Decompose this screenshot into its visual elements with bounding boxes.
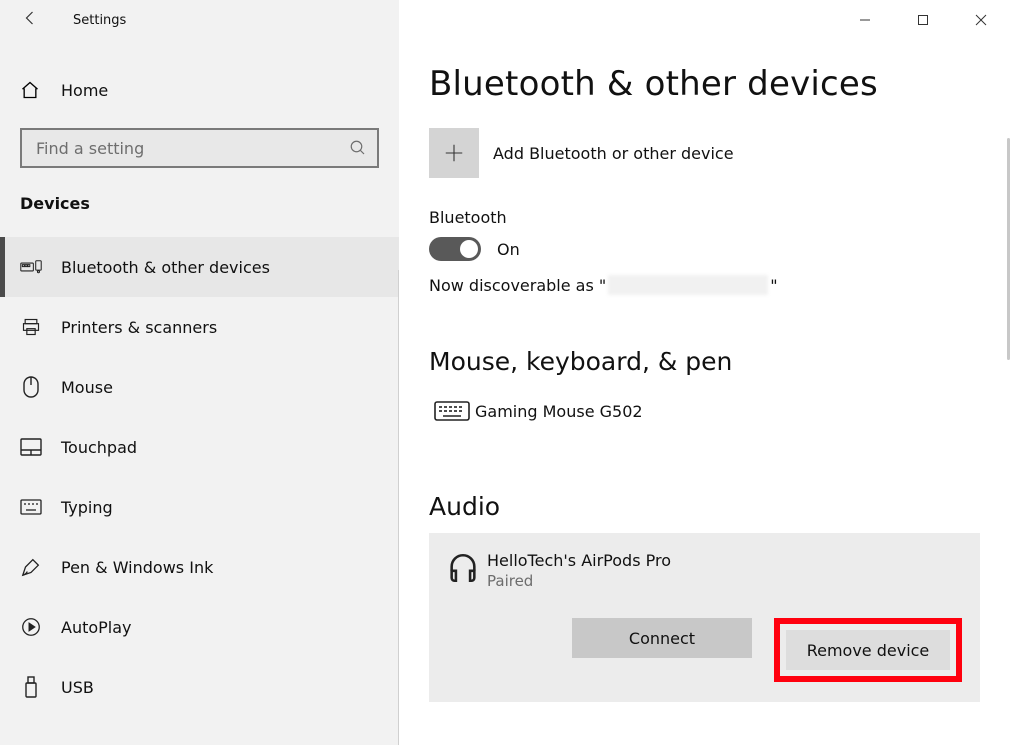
settings-sidebar: Settings Home Devic: [0, 0, 399, 745]
sidebar-item-autoplay[interactable]: AutoPlay: [0, 597, 399, 657]
search-box[interactable]: [20, 128, 379, 168]
device-row[interactable]: Gaming Mouse G502: [429, 388, 980, 434]
sidebar-item-bluetooth[interactable]: Bluetooth & other devices: [0, 237, 399, 297]
main-panel: Bluetooth & other devices Add Bluetooth …: [399, 0, 1010, 745]
device-name: HelloTech's AirPods Pro: [487, 551, 671, 570]
close-button[interactable]: [952, 0, 1010, 40]
home-label: Home: [61, 81, 108, 100]
window-title: Settings: [73, 13, 126, 28]
pen-icon: [20, 556, 42, 578]
touchpad-icon: [20, 436, 42, 458]
sidebar-item-label: Printers & scanners: [61, 318, 217, 337]
bluetooth-state-label: On: [497, 240, 520, 259]
printer-icon: [20, 316, 42, 338]
sidebar-item-label: Bluetooth & other devices: [61, 258, 270, 277]
discoverable-text: Now discoverable as " ": [429, 275, 980, 295]
search-input[interactable]: [34, 138, 349, 159]
remove-device-highlight: Remove device: [774, 618, 962, 682]
keyboard-icon: [20, 496, 42, 518]
page-title: Bluetooth & other devices: [429, 64, 980, 104]
plus-icon: [429, 128, 479, 178]
autoplay-icon: [20, 616, 42, 638]
group-heading-mousekbpen: Mouse, keyboard, & pen: [429, 347, 980, 376]
sidebar-category: Devices: [20, 194, 399, 213]
keyboard-device-icon: [429, 394, 475, 428]
back-icon[interactable]: [22, 9, 40, 31]
device-name-redacted: [608, 275, 768, 295]
sidebar-item-printers[interactable]: Printers & scanners: [0, 297, 399, 357]
headphones-icon: [439, 551, 487, 585]
sidebar-nav: Bluetooth & other devices Printers & sca…: [0, 237, 399, 717]
sidebar-item-label: Pen & Windows Ink: [61, 558, 213, 577]
sidebar-item-label: USB: [61, 678, 94, 697]
bluetooth-devices-icon: [20, 256, 42, 278]
bluetooth-toggle[interactable]: [429, 237, 481, 261]
add-device-label: Add Bluetooth or other device: [493, 144, 734, 163]
sidebar-item-label: Typing: [61, 498, 113, 517]
selected-audio-device[interactable]: HelloTech's AirPods Pro Paired Connect R…: [429, 533, 980, 702]
minimize-button[interactable]: [836, 0, 894, 40]
sidebar-item-label: Touchpad: [61, 438, 137, 457]
remove-device-button[interactable]: Remove device: [786, 630, 950, 670]
sidebar-item-label: Mouse: [61, 378, 113, 397]
maximize-button[interactable]: [894, 0, 952, 40]
sidebar-item-touchpad[interactable]: Touchpad: [0, 417, 399, 477]
sidebar-item-label: AutoPlay: [61, 618, 132, 637]
sidebar-item-usb[interactable]: USB: [0, 657, 399, 717]
home-icon: [20, 80, 42, 100]
device-name: Gaming Mouse G502: [475, 402, 643, 421]
sidebar-topbar: Settings: [0, 0, 399, 40]
connect-button[interactable]: Connect: [572, 618, 752, 658]
add-device-button[interactable]: Add Bluetooth or other device: [429, 128, 980, 178]
mouse-icon: [20, 376, 42, 398]
device-status: Paired: [487, 572, 671, 590]
sidebar-item-mouse[interactable]: Mouse: [0, 357, 399, 417]
usb-icon: [20, 676, 42, 698]
window-controls: [836, 0, 1010, 40]
group-heading-audio: Audio: [429, 492, 980, 521]
search-icon: [349, 139, 367, 157]
sidebar-item-typing[interactable]: Typing: [0, 477, 399, 537]
sidebar-home[interactable]: Home: [0, 66, 399, 114]
bluetooth-heading: Bluetooth: [429, 208, 980, 227]
sidebar-item-pen[interactable]: Pen & Windows Ink: [0, 537, 399, 597]
